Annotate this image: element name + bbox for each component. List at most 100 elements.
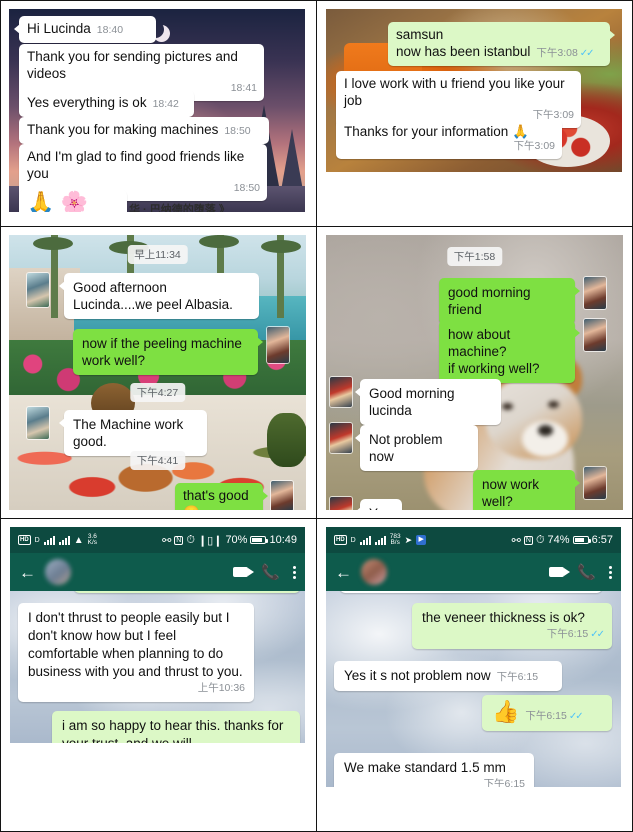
- message-bubble[interactable]: The Machine work good.: [59, 410, 207, 456]
- clock: 10:49: [269, 534, 297, 546]
- message-text: Thanks for your information 🙏: [344, 124, 529, 139]
- message-time: 上午10:36: [197, 682, 245, 694]
- battery-icon: [250, 536, 269, 544]
- video-call-icon[interactable]: [549, 567, 571, 577]
- wallpaper-frond: [199, 235, 239, 248]
- back-icon[interactable]: ←: [19, 564, 36, 581]
- message-bubble[interactable]: Yes it s not problem now 下午6:15: [334, 661, 562, 691]
- whatsapp-screen: HD D ▲ 3.6 K/s ⚯ N ⏱ ❙▯❙ 70% 10:49 ← 📞 I…: [10, 527, 305, 743]
- status-bar-left: HD D 783 B/s ➤ ▶: [334, 533, 427, 547]
- message-text: the veneer thickness is ok?: [422, 610, 585, 625]
- message-time-row: 下午6:15 ✓✓: [422, 625, 605, 644]
- app-bar-actions: 📞: [549, 563, 612, 581]
- avatar[interactable]: [271, 481, 293, 510]
- emoji-text: 👍: [492, 699, 520, 724]
- bubble-tail: [574, 328, 580, 338]
- bubble-tail: [355, 507, 361, 510]
- key-icon: ⚯: [511, 534, 521, 547]
- message-time: 下午3:08: [536, 47, 578, 59]
- message-bubble[interactable]: that's good 😁: [175, 483, 268, 510]
- day-timestamp: 下午1:58: [446, 247, 503, 266]
- avatar[interactable]: [584, 277, 606, 309]
- back-icon[interactable]: ←: [335, 564, 352, 581]
- avatar[interactable]: [584, 319, 606, 351]
- message-bubble[interactable]: Yes everything is ok 18:42: [19, 90, 194, 117]
- message-text: Yes it s not problem now: [344, 668, 491, 683]
- nfc-icon: N: [174, 535, 184, 545]
- message-text: We make standard 1.5 mm: [344, 760, 506, 775]
- message-bubble[interactable]: good morning friend: [439, 278, 580, 324]
- message-bubble[interactable]: now if the peeling machine work well?: [73, 329, 263, 375]
- message-bubble[interactable]: 🙏 🌸18:50: [19, 190, 127, 212]
- message-bubble[interactable]: We make standard 1.5 mm 下午6:15: [334, 753, 534, 787]
- data-rate-indicator: 3.6 K/s: [88, 533, 97, 547]
- message-bubble[interactable]: Good morning lucinda: [355, 379, 501, 425]
- dog-nose: [538, 425, 553, 436]
- panel-2: samsun now has been istanbul 下午3:08 ✓✓ I l…: [316, 0, 633, 226]
- message-text: I don't thrust to people easily but I do…: [28, 610, 243, 679]
- wallpaper-caption: 华 · 巴纳德的堕落 》: [129, 204, 230, 212]
- message-bubble-partial[interactable]: [340, 591, 602, 593]
- wifi-icon: ▲: [73, 534, 84, 546]
- avatar[interactable]: [330, 377, 352, 407]
- bubble-tail: [355, 387, 361, 397]
- read-receipt-icon: ✓✓: [568, 711, 584, 722]
- nfc-icon: N: [523, 535, 533, 545]
- message-bubble[interactable]: Not problem now: [355, 425, 478, 471]
- message-bubble[interactable]: Hi Lucinda 18:40: [14, 16, 156, 43]
- message-text: now work well?: [482, 477, 540, 509]
- message-bubble[interactable]: 👍 下午6:15 ✓✓: [482, 695, 612, 731]
- message-text: Thank you for sending pictures and video…: [27, 49, 238, 81]
- panel-3: 早上11:34 Good afternoon Lucinda....we pee…: [0, 226, 316, 518]
- message-bubble[interactable]: samsun now has been istanbul 下午3:08 ✓✓: [388, 22, 615, 66]
- panel-5: HD D ▲ 3.6 K/s ⚯ N ⏱ ❙▯❙ 70% 10:49 ← 📞 I…: [0, 518, 316, 832]
- message-bubble[interactable]: i am so happy to hear this. thanks for y…: [52, 711, 300, 743]
- message-text: good morning friend: [448, 285, 531, 317]
- signal-bars-icon: [58, 535, 70, 545]
- wallpaper-coconut: [267, 413, 306, 467]
- app-bar-actions: 📞: [233, 563, 296, 581]
- video-call-icon[interactable]: [233, 567, 255, 577]
- panel-1-chat: Hi Lucinda 18:40 Thank you for sending pi…: [9, 9, 305, 212]
- contact-avatar[interactable]: [45, 559, 71, 585]
- panel-6-phone: HD D 783 B/s ➤ ▶ ⚯ N ⏱ 74% 6:57 ← 📞 the …: [326, 527, 621, 787]
- bubble-tail: [14, 24, 20, 34]
- data-rate-indicator: 783 B/s: [390, 533, 401, 547]
- overflow-menu-icon[interactable]: [609, 565, 612, 579]
- message-text: Good morning lucinda: [369, 386, 455, 418]
- message-bubble-partial[interactable]: [74, 591, 300, 593]
- avatar[interactable]: [27, 407, 49, 439]
- voice-call-icon[interactable]: 📞: [577, 563, 596, 581]
- bubble-tail: [257, 337, 263, 347]
- message-bubble[interactable]: the veneer thickness is ok? 下午6:15 ✓✓: [412, 603, 612, 649]
- panel-1: Hi Lucinda 18:40 Thank you for sending pi…: [0, 0, 316, 226]
- clock: 6:57: [591, 534, 613, 546]
- message-text: Yes: [369, 506, 391, 510]
- data-indicator-icon: D: [350, 536, 356, 544]
- send-icon: ➤: [404, 534, 413, 545]
- message-bubble[interactable]: now work well?: [473, 470, 580, 510]
- avatar[interactable]: [584, 467, 606, 499]
- hd-icon: HD: [334, 535, 347, 545]
- message-text: Thank you for making machines: [27, 122, 219, 137]
- status-bar-left: HD D ▲ 3.6 K/s: [18, 533, 97, 547]
- avatar[interactable]: [267, 327, 289, 363]
- chat-background: the veneer thickness is ok? 下午6:15 ✓✓ Yes…: [326, 591, 621, 787]
- message-bubble[interactable]: Thank you for making machines 18:50: [19, 117, 269, 144]
- message-bubble[interactable]: I don't thrust to people easily but I do…: [18, 603, 254, 702]
- alarm-icon: ⏱: [186, 533, 195, 546]
- message-text: now if the peeling machine work well?: [82, 336, 242, 368]
- message-bubble[interactable]: Yes: [355, 499, 402, 510]
- overflow-menu-icon[interactable]: [293, 565, 296, 579]
- message-bubble[interactable]: Thanks for your information 🙏 下午3:09: [336, 119, 562, 159]
- avatar[interactable]: [27, 273, 49, 307]
- message-text: Hi Lucinda: [27, 21, 91, 36]
- avatar[interactable]: [330, 497, 352, 510]
- voice-call-icon[interactable]: 📞: [261, 563, 280, 581]
- message-bubble[interactable]: Good afternoon Lucinda....we peel Albasi…: [59, 273, 259, 319]
- contact-avatar[interactable]: [361, 559, 387, 585]
- avatar[interactable]: [330, 423, 352, 453]
- message-bubble[interactable]: how about machine? if working well?: [439, 320, 580, 383]
- signal-bars-icon: [359, 535, 371, 545]
- status-bar-right: ⚯ N ⏱ ❙▯❙ 70% 10:49: [162, 534, 297, 547]
